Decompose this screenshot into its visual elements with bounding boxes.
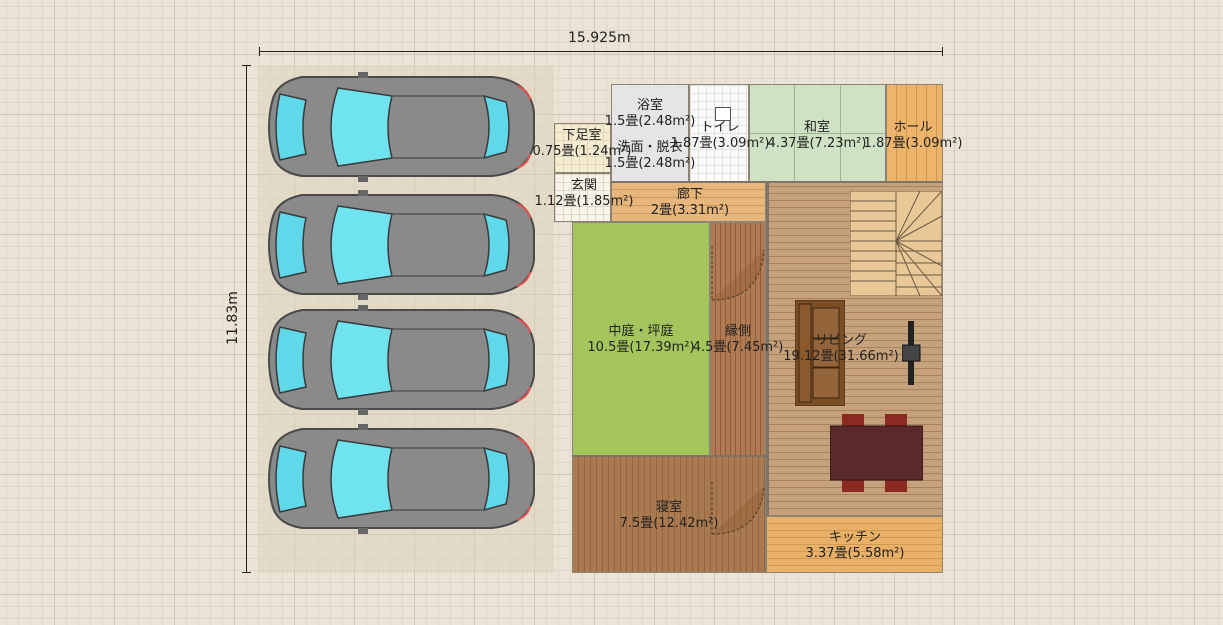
label-courtyard: 中庭・坪庭 10.5畳(17.39m²) <box>587 324 695 355</box>
interior-wall <box>572 455 766 457</box>
width-dimension-label: 15.925m <box>568 30 631 46</box>
door-swing-icon <box>711 482 765 535</box>
dining-table <box>830 414 923 492</box>
toilet-icon <box>715 107 731 121</box>
height-dimension-label: 11.83m <box>225 291 241 345</box>
label-corridor: 廊下 2畳(3.31m²) <box>650 187 730 218</box>
label-bedroom: 寝室 7.5畳(12.42m²) <box>619 500 719 531</box>
label-kitchen: キッチン 3.37畳(5.58m²) <box>805 530 905 561</box>
staircase <box>850 191 942 296</box>
label-washitsu: 和室 4.37畳(7.23m²) <box>767 120 867 151</box>
label-shoe-closet: 下足室 0.75畳(1.24m²) <box>532 128 632 159</box>
door-swing-icon <box>711 246 765 301</box>
car-icon <box>268 305 535 415</box>
car-icon <box>268 424 535 534</box>
car-icon <box>268 190 535 300</box>
label-genkan: 玄関 1.12畳(1.85m²) <box>534 178 634 209</box>
width-dimension-line <box>259 47 943 56</box>
height-dimension-line <box>242 65 251 573</box>
car-icon <box>268 72 535 182</box>
label-hall: ホール 1.87畳(3.09m²) <box>863 120 963 151</box>
label-engawa: 縁側 4.5畳(7.45m²) <box>692 324 784 355</box>
interior-wall <box>611 181 943 183</box>
label-living: リビング 19.12畳(31.66m²) <box>783 333 899 364</box>
tv <box>902 321 921 385</box>
